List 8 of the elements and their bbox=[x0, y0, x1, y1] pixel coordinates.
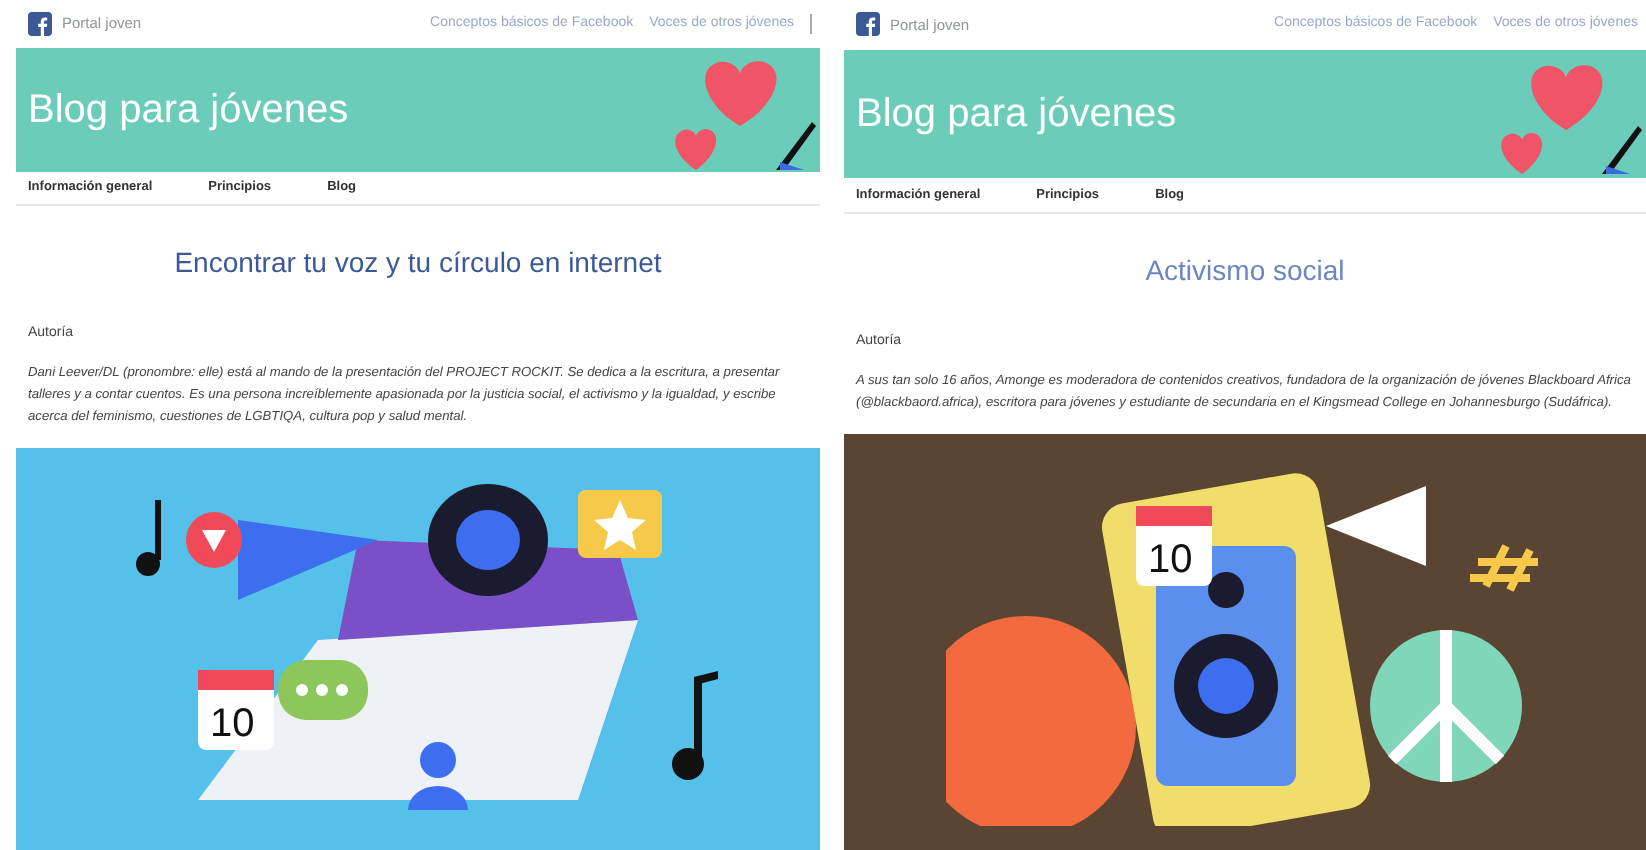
banner-title: Blog para jóvenes bbox=[856, 90, 1177, 141]
facebook-logo-icon bbox=[856, 12, 880, 37]
article-title: Encontrar tu voz y tu círculo en internet bbox=[172, 244, 664, 283]
facebook-logo-icon bbox=[28, 11, 52, 36]
calendar-day: 10 bbox=[210, 701, 255, 746]
article-title: Activismo social bbox=[1143, 252, 1347, 291]
banner-title: Blog para jóvenes bbox=[28, 86, 349, 136]
calendar-day: 10 bbox=[1147, 537, 1192, 582]
